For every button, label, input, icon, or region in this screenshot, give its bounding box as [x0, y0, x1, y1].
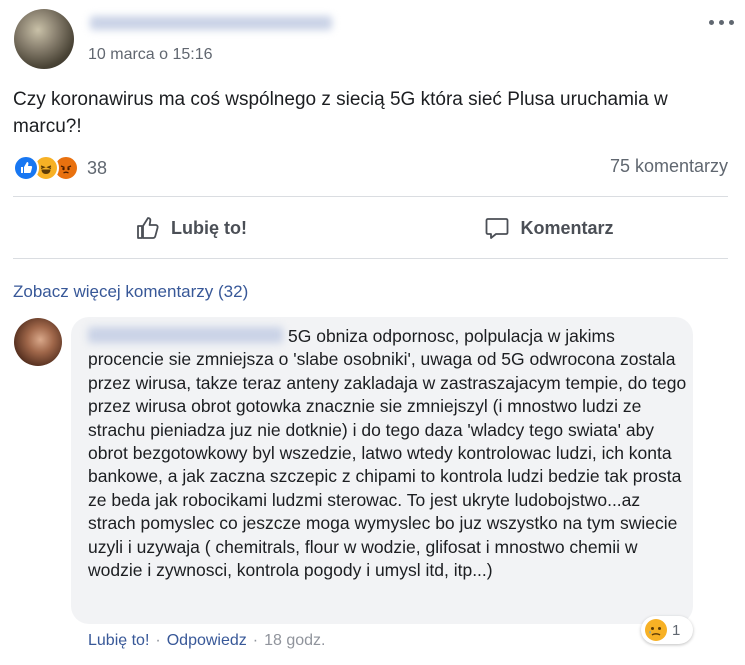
comment-reaction-summary[interactable]: 1 [641, 616, 693, 644]
comment-bubble-icon [486, 218, 509, 239]
separator: · [155, 632, 161, 649]
sad-icon [645, 619, 667, 641]
divider [13, 196, 728, 197]
reactions-summary[interactable]: 38 [13, 154, 107, 182]
comment-count-link[interactable]: 75 komentarzy [610, 156, 728, 177]
see-more-comments-link[interactable]: Zobacz więcej komentarzy (32) [13, 282, 248, 302]
more-options-icon[interactable] [704, 12, 738, 32]
comment-actions: Lubię to! · Odpowiedz · 18 godz. [88, 632, 325, 650]
post-text: Czy koronawirus ma coś wspólnego z sieci… [13, 89, 668, 137]
separator: · [252, 632, 259, 649]
comment-button[interactable]: Komentarz [371, 206, 727, 250]
commenter-avatar[interactable] [14, 318, 62, 366]
like-button[interactable]: Lubię to! [13, 206, 369, 250]
like-button-label: Lubię to! [171, 217, 247, 238]
comment-like-link[interactable]: Lubię to! [88, 632, 149, 650]
thumbs-up-icon [137, 217, 159, 239]
comment-reply-link[interactable]: Odpowiedz [167, 632, 247, 650]
reaction-count: 38 [87, 157, 108, 178]
post-author-name[interactable] [90, 16, 332, 30]
post-timestamp[interactable]: 10 marca o 15:16 [88, 46, 213, 64]
comment-button-label: Komentarz [520, 217, 614, 238]
comment-timestamp[interactable]: 18 godz. [264, 632, 325, 650]
divider [13, 258, 728, 259]
post-author-avatar[interactable] [14, 9, 74, 69]
comment-reaction-count: 1 [672, 621, 681, 639]
like-icon [13, 155, 39, 181]
comment-text: 5G obniza odpornosc, polpulacja w jakims… [88, 326, 687, 581]
